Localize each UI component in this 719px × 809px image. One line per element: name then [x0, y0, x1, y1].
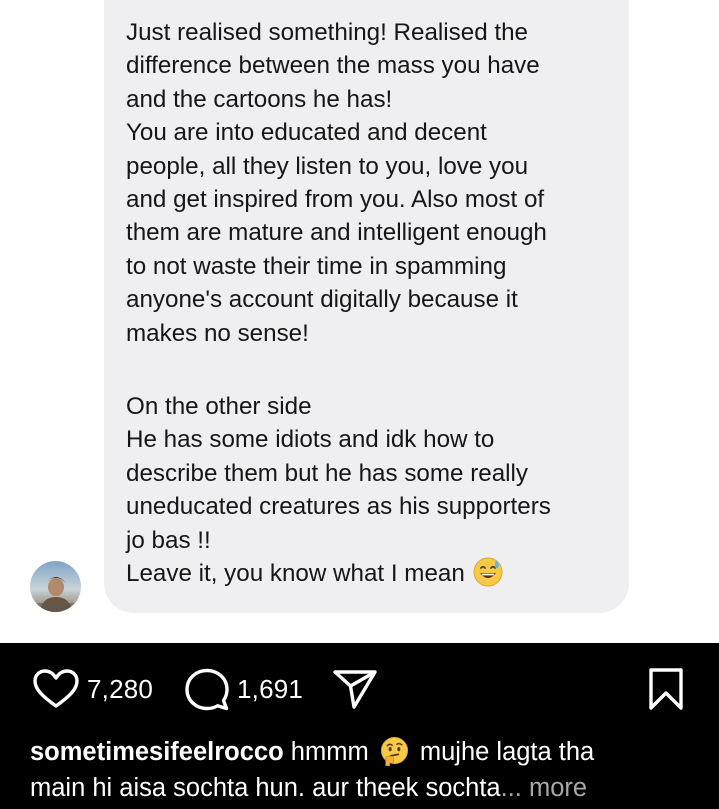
message-bubble: Just realised something! Realised the di…: [104, 0, 629, 613]
caption-username[interactable]: sometimesifeelrocco: [30, 738, 284, 766]
caption-more-link[interactable]: more: [522, 774, 587, 802]
message-paragraph-5: Leave it, you know what I mean: [126, 557, 611, 590]
share-action[interactable]: [331, 667, 379, 711]
grinning-sweat-face-icon: [473, 557, 503, 587]
heart-icon[interactable]: [32, 668, 80, 710]
send-icon[interactable]: [331, 667, 379, 711]
message-paragraph-3: On the other side: [126, 393, 312, 421]
comments-count[interactable]: 1,691: [237, 674, 303, 705]
post-footer: 7,280 1,691 sometimesifeelrocco hmmm muj…: [0, 643, 719, 809]
message-paragraph-4: He has some idiots and idk how to descri…: [126, 426, 551, 554]
avatar[interactable]: [30, 561, 81, 612]
save-action[interactable]: [647, 667, 685, 711]
caption-text-start: hmmm: [283, 738, 376, 766]
avatar-photo: [30, 561, 81, 612]
comment-icon[interactable]: [184, 667, 230, 711]
action-bar: 7,280 1,691: [0, 643, 719, 733]
message-paragraph-1: Just realised something! Realised the di…: [126, 19, 540, 113]
message-paragraph-2: You are into educated and decent people,…: [126, 119, 547, 347]
comment-action[interactable]: 1,691: [184, 667, 303, 711]
thinking-face-icon: [380, 737, 408, 766]
caption-ellipsis: ...: [500, 774, 522, 802]
bookmark-icon[interactable]: [647, 667, 685, 711]
post-caption: sometimesifeelrocco hmmm mujhe lagta tha…: [30, 734, 700, 806]
message-last-line: Leave it, you know what I mean: [126, 560, 465, 588]
dm-screenshot-area: Just realised something! Realised the di…: [0, 0, 719, 643]
like-action[interactable]: 7,280: [32, 667, 153, 711]
likes-count[interactable]: 7,280: [87, 674, 153, 705]
